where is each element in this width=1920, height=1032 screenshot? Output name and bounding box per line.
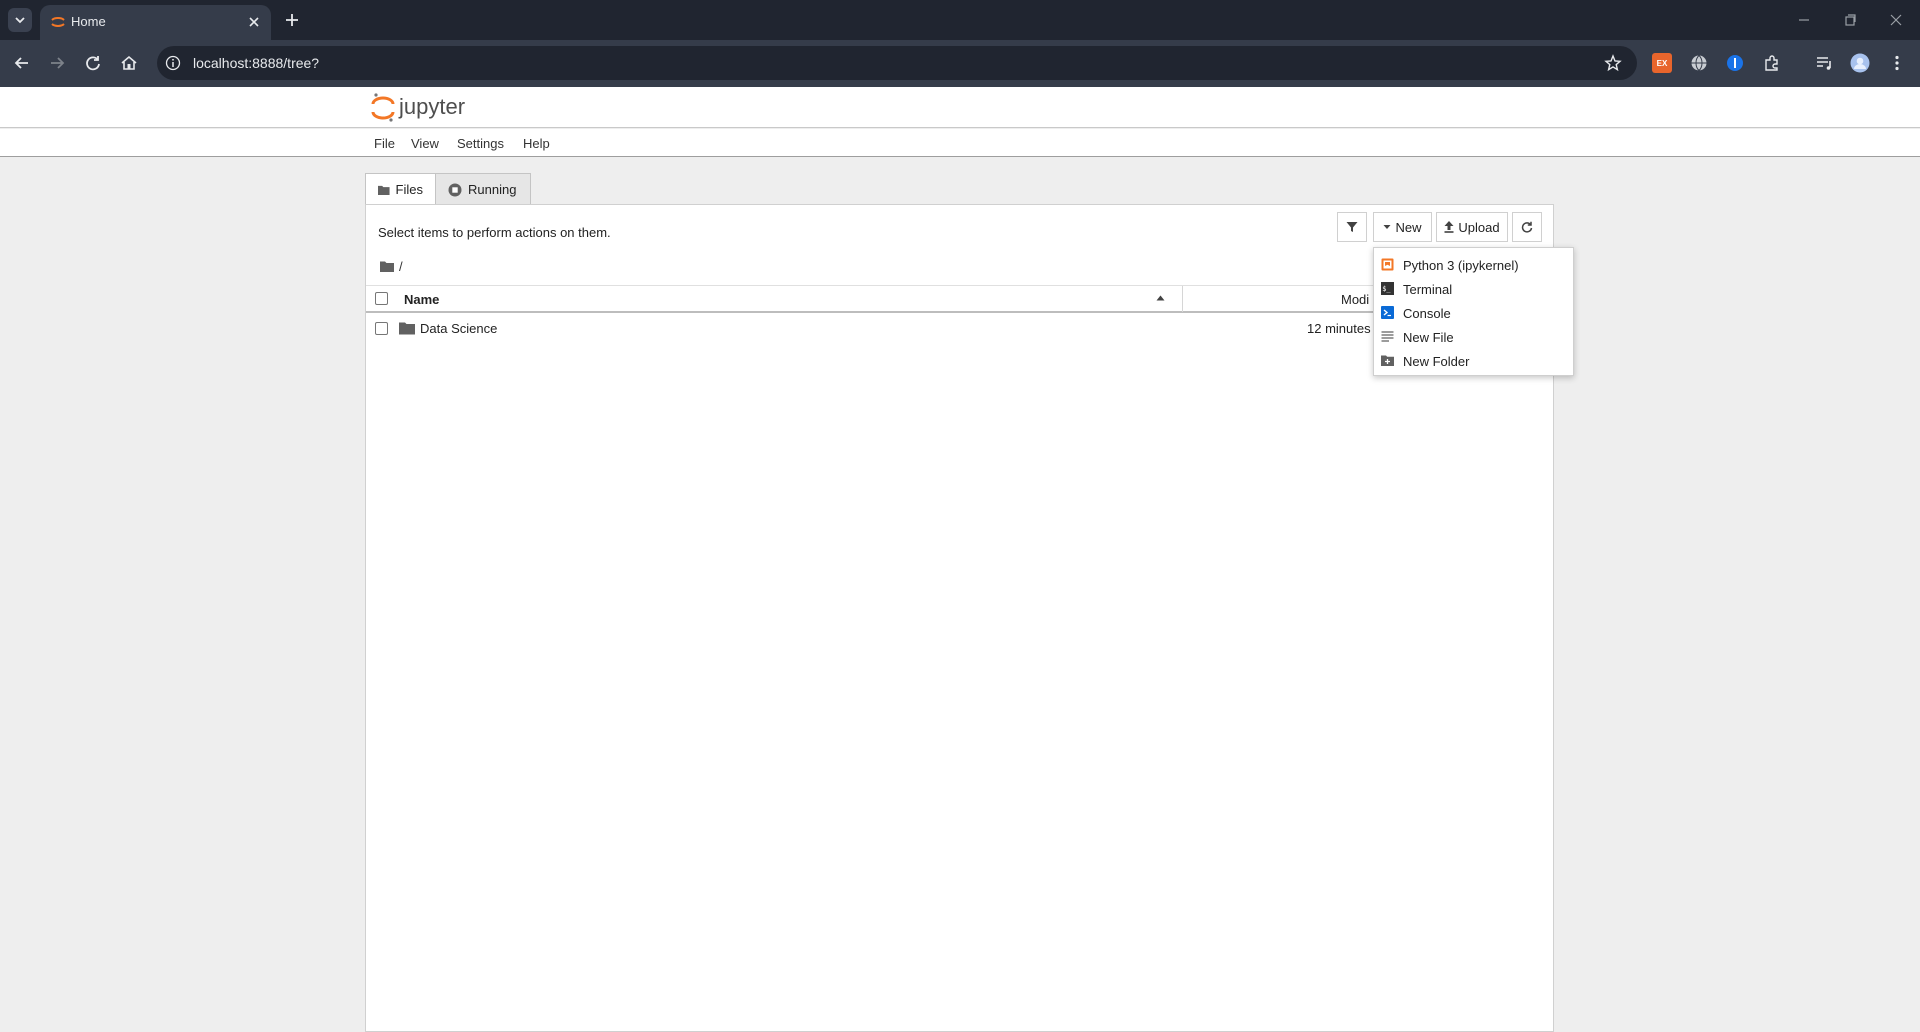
menu-file[interactable]: File: [374, 136, 395, 151]
menu-item-label: Console: [1403, 306, 1451, 321]
new-dropdown-menu: Python 3 (ipykernel) $_ Terminal Console…: [1373, 247, 1574, 376]
menu-item-new-file[interactable]: New File: [1374, 325, 1573, 349]
jupyter-menubar: File View Settings Help: [0, 129, 1920, 157]
window-close-icon[interactable]: [1888, 12, 1904, 28]
more-vertical-icon[interactable]: [1887, 53, 1907, 73]
row-name[interactable]: Data Science: [420, 321, 497, 336]
globe-extension-icon[interactable]: [1689, 53, 1709, 73]
row-checkbox[interactable]: [375, 322, 388, 335]
column-name-header[interactable]: Name: [404, 292, 439, 307]
tab-files[interactable]: Files: [365, 173, 436, 205]
breadcrumb-path[interactable]: /: [399, 259, 403, 274]
svg-text:$_: $_: [1382, 285, 1391, 293]
menu-item-label: Terminal: [1403, 282, 1453, 297]
chevron-down-icon: [15, 17, 25, 24]
browser-toolbar: localhost:8888/tree? EX: [0, 40, 1920, 87]
python-notebook-icon: [1381, 258, 1394, 271]
close-icon[interactable]: [246, 14, 262, 30]
bookmark-star-icon[interactable]: [1604, 54, 1622, 72]
menu-item-console[interactable]: Console: [1374, 301, 1573, 325]
minimize-icon[interactable]: [1796, 12, 1812, 28]
column-divider[interactable]: [1182, 286, 1183, 312]
new-folder-icon: [1381, 355, 1394, 366]
column-modified-header[interactable]: Modi: [1341, 292, 1369, 307]
profile-avatar-icon[interactable]: [1850, 53, 1870, 73]
tab-search-button[interactable]: [8, 8, 32, 32]
folder-icon: [378, 185, 390, 195]
forward-arrow-icon[interactable]: [46, 52, 68, 74]
text-file-icon: [1381, 331, 1394, 342]
tab-running[interactable]: Running: [435, 173, 531, 205]
address-url[interactable]: localhost:8888/tree?: [193, 55, 319, 71]
filter-button[interactable]: [1337, 212, 1367, 242]
tab-running-label: Running: [468, 182, 517, 197]
menu-item-terminal[interactable]: $_ Terminal: [1374, 277, 1573, 301]
extensions-puzzle-icon[interactable]: [1762, 53, 1782, 73]
new-button[interactable]: New: [1373, 212, 1432, 242]
new-button-label: New: [1395, 219, 1422, 235]
jupyter-logo[interactable]: jupyter: [371, 92, 511, 124]
site-info-icon[interactable]: [165, 55, 181, 71]
menu-help[interactable]: Help: [523, 136, 550, 151]
home-icon[interactable]: [118, 52, 140, 74]
caret-down-icon: [1383, 225, 1391, 229]
select-all-checkbox[interactable]: [375, 292, 388, 305]
jupyter-favicon-icon: [51, 17, 65, 27]
filter-funnel-icon: [1346, 222, 1358, 232]
sort-ascending-icon[interactable]: [1156, 295, 1165, 301]
extension-ex-icon[interactable]: EX: [1652, 53, 1672, 73]
menu-item-label: New File: [1403, 330, 1454, 345]
console-icon: [1381, 306, 1394, 319]
jupyter-page: jupyter File View Settings Help Files Ru…: [0, 87, 1920, 1032]
browser-tab-title: Home: [71, 14, 106, 29]
refresh-button[interactable]: [1512, 212, 1542, 242]
menu-item-new-folder[interactable]: New Folder: [1374, 349, 1573, 373]
upload-button[interactable]: Upload: [1436, 212, 1508, 242]
tab-files-label: Files: [395, 182, 423, 197]
address-bar[interactable]: localhost:8888/tree?: [157, 46, 1637, 80]
folder-icon: [399, 322, 415, 335]
restore-icon[interactable]: [1842, 12, 1858, 28]
terminal-icon: $_: [1381, 282, 1394, 295]
reload-icon[interactable]: [82, 52, 104, 74]
refresh-icon: [1521, 221, 1533, 233]
back-arrow-icon[interactable]: [11, 52, 33, 74]
jupyter-header: jupyter: [0, 87, 1920, 128]
home-folder-icon[interactable]: [380, 261, 394, 272]
browser-tab-home[interactable]: Home: [40, 5, 271, 40]
menu-item-label: Python 3 (ipykernel): [1403, 258, 1519, 273]
jupyter-logo-text: jupyter: [398, 94, 465, 119]
menu-view[interactable]: View: [411, 136, 439, 151]
password-manager-icon[interactable]: [1725, 53, 1745, 73]
upload-icon: [1444, 221, 1454, 233]
menu-item-label: New Folder: [1403, 354, 1470, 369]
menu-item-python3[interactable]: Python 3 (ipykernel): [1374, 253, 1573, 277]
media-queue-icon[interactable]: [1814, 53, 1834, 73]
stop-circle-icon: [448, 183, 462, 196]
breadcrumb: /: [380, 259, 403, 274]
new-tab-plus-icon[interactable]: [283, 11, 301, 29]
selection-hint: Select items to perform actions on them.: [378, 225, 611, 240]
browser-tabstrip: Home: [0, 0, 1920, 40]
upload-button-label: Upload: [1458, 219, 1500, 235]
menu-settings[interactable]: Settings: [457, 136, 504, 151]
row-modified: 12 minutes: [1307, 321, 1371, 336]
